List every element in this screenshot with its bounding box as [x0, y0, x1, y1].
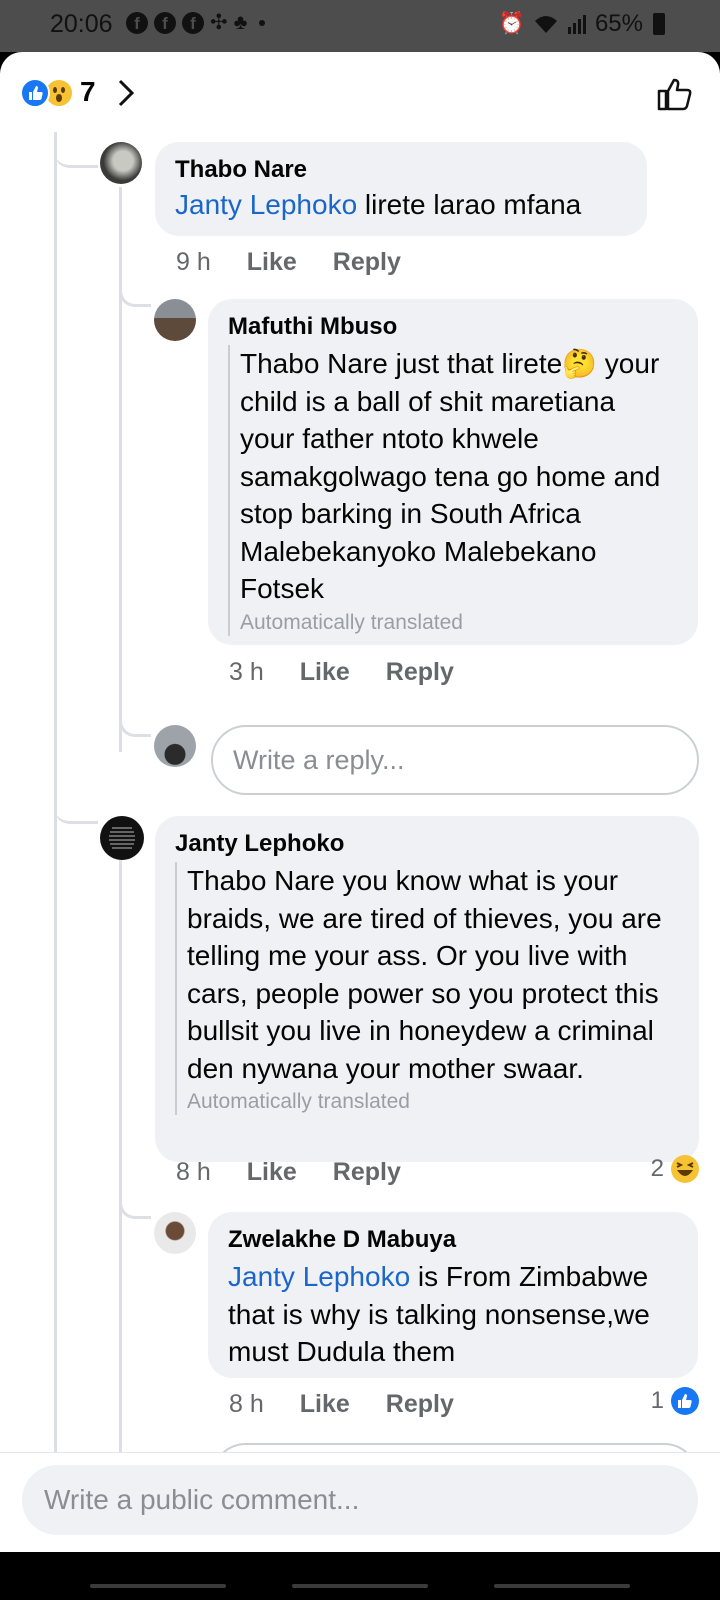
mention-link[interactable]: Janty Lephoko	[175, 189, 357, 220]
comment-text: Thabo Nare you know what is your braids,…	[187, 865, 662, 1084]
current-user-avatar	[154, 725, 196, 767]
comment-text: Janty Lephoko is From Zimbabwe that is w…	[228, 1261, 650, 1367]
comments-sheet: 7 Thabo Nare Janty Lephoko lirete larao …	[0, 52, 720, 1552]
battery-percent: 65%	[594, 10, 643, 37]
avatar[interactable]	[154, 1212, 196, 1254]
comment-bubble[interactable]: Janty Lephoko Thabo Nare you know what i…	[155, 816, 699, 1162]
comment-actions: 3 h Like Reply	[229, 658, 454, 687]
system-navigation-bar	[0, 1552, 720, 1600]
comment-text: Thabo Nare just that lirete🤔 your child …	[240, 348, 661, 604]
thread-line	[54, 132, 57, 1552]
translation-label[interactable]: Automatically translated	[240, 610, 676, 636]
comment-bubble[interactable]: Thabo Nare Janty Lephoko lirete larao mf…	[155, 142, 647, 236]
translation-label[interactable]: Automatically translated	[187, 1089, 679, 1115]
comment-reactions[interactable]: 2	[651, 1154, 700, 1184]
like-post-icon[interactable]	[656, 76, 694, 112]
reaction-count: 2	[650, 1155, 664, 1182]
sheet-header: 7	[0, 52, 720, 132]
comment-bubble[interactable]: Mafuthi Mbuso Thabo Nare just that liret…	[208, 299, 698, 645]
like-button[interactable]: Like	[300, 1390, 350, 1419]
comment-actions: 9 h Like Reply	[176, 248, 401, 277]
comment-bubble[interactable]: Zwelakhe D Mabuya Janty Lephoko is From …	[208, 1212, 698, 1378]
chevron-right-icon[interactable]	[116, 78, 136, 108]
comment-actions: 8 h Like Reply	[229, 1390, 454, 1419]
thread-connector	[119, 267, 151, 307]
comment-time: 9 h	[176, 248, 211, 276]
thread-connector	[119, 692, 151, 737]
comment-time: 3 h	[229, 658, 264, 686]
like-button[interactable]: Like	[247, 1158, 297, 1187]
nav-home[interactable]	[292, 1584, 428, 1588]
avatar[interactable]	[100, 816, 144, 860]
reply-input[interactable]: Write a reply...	[211, 725, 699, 795]
avatar[interactable]	[100, 142, 142, 184]
comment-time: 8 h	[176, 1158, 211, 1186]
like-reaction-icon	[671, 1387, 699, 1415]
facebook-notification-icon: f	[126, 12, 148, 34]
reply-button[interactable]: Reply	[386, 658, 454, 687]
like-button[interactable]: Like	[300, 658, 350, 687]
signal-icon	[567, 15, 586, 34]
comment-actions: 8 h Like Reply	[176, 1158, 401, 1187]
system-status: ⏰ 65%	[499, 10, 665, 38]
comment-composer: Write a public comment...	[0, 1452, 720, 1552]
reply-button[interactable]: Reply	[333, 1158, 401, 1187]
avatar[interactable]	[154, 299, 196, 341]
battery-icon	[653, 13, 665, 35]
wifi-icon	[534, 16, 557, 33]
translated-block: Thabo Nare you know what is your braids,…	[175, 862, 679, 1115]
comment-text: Janty Lephoko lirete larao mfana	[175, 189, 582, 220]
public-comment-input[interactable]: Write a public comment...	[22, 1465, 698, 1535]
comment-author[interactable]: Mafuthi Mbuso	[228, 313, 676, 341]
facebook-notification-icon: f	[182, 12, 204, 34]
comment-author[interactable]: Janty Lephoko	[175, 830, 679, 858]
reaction-count[interactable]: 7	[80, 76, 96, 108]
facebook-notification-icon: f	[154, 12, 176, 34]
comment-reactions[interactable]: 1	[651, 1386, 700, 1416]
alarm-icon: ⏰	[498, 12, 525, 35]
mention-link[interactable]: Janty Lephoko	[228, 1261, 410, 1292]
haha-reaction-icon	[671, 1155, 699, 1183]
reaction-count: 1	[650, 1387, 664, 1414]
status-time: 20:06	[50, 10, 113, 38]
pinwheel-notification-icon: ✣	[210, 11, 228, 34]
notification-icons: f f f ✣ ♣	[126, 11, 266, 34]
like-button[interactable]: Like	[247, 248, 297, 277]
comment-author[interactable]: Thabo Nare	[175, 156, 627, 184]
reply-button[interactable]: Reply	[333, 248, 401, 277]
more-notifications-icon	[259, 20, 266, 26]
comment-time: 8 h	[229, 1390, 264, 1418]
translated-block: Thabo Nare just that lirete🤔 your child …	[228, 345, 676, 636]
reply-button[interactable]: Reply	[386, 1390, 454, 1419]
nav-back[interactable]	[494, 1584, 630, 1588]
app-notification-icon: ♣	[233, 11, 248, 34]
comment-author[interactable]: Zwelakhe D Mabuya	[228, 1226, 678, 1254]
like-reaction-icon[interactable]	[20, 78, 50, 108]
thread-connector	[54, 752, 98, 824]
thread-connector	[119, 1172, 151, 1219]
nav-recents[interactable]	[90, 1584, 226, 1588]
thread-connector	[54, 132, 98, 168]
status-bar: 20:06 f f f ✣ ♣ ⏰ 65%	[0, 0, 720, 52]
